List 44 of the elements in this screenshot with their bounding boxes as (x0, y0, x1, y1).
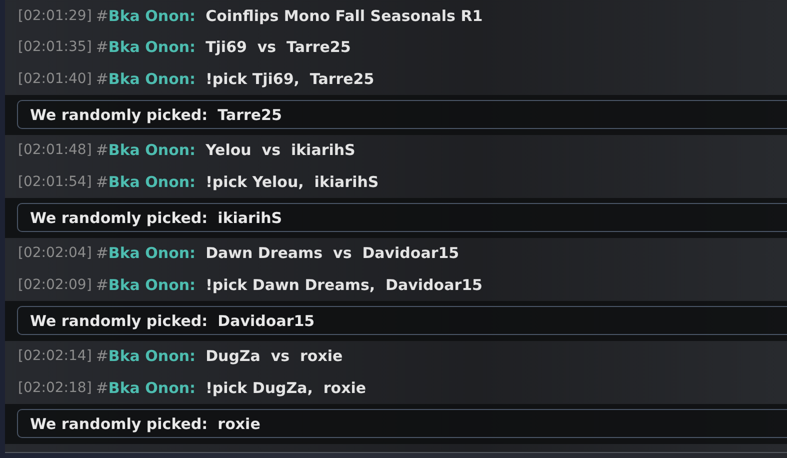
username[interactable]: Bka Onon: (108, 347, 196, 366)
channel-mark: # (96, 38, 108, 56)
username[interactable]: Bka Onon: (108, 276, 196, 294)
timestamp: [02:01:40] (18, 70, 92, 87)
picked-name: roxie (218, 414, 260, 432)
message-text: Coinflips Mono Fall Seasonals R1 (206, 6, 483, 25)
message-text: Tji69 vs Tarre25 (206, 38, 351, 56)
message-text: !pick Yelou, ikiarihS (206, 172, 379, 191)
timestamp: [02:01:48] (18, 142, 92, 158)
picked-name: Tarre25 (218, 106, 282, 124)
channel-mark: # (96, 276, 108, 294)
username[interactable]: Bka Onon: (108, 141, 196, 160)
channel-mark: # (96, 6, 108, 25)
username[interactable]: Bka Onon: (108, 172, 196, 191)
username[interactable]: Bka Onon: (108, 378, 196, 397)
timestamp: [02:02:18] (18, 380, 92, 396)
username[interactable]: Bka Onon: (108, 38, 196, 56)
timestamp: [02:01:29] (18, 8, 92, 24)
username[interactable]: Bka Onon: (108, 70, 196, 88)
channel-mark: # (96, 70, 108, 88)
timestamp: [02:01:54] (18, 174, 92, 190)
channel-mark: # (96, 378, 108, 397)
username[interactable]: Bka Onon: (108, 6, 196, 25)
bot-label: We randomly picked: (30, 208, 208, 226)
timestamp: [02:02:14] (18, 348, 92, 364)
bot-label: We randomly picked: (30, 106, 208, 124)
bot-label: We randomly picked: (30, 414, 208, 432)
message-text: !pick DugZa, roxie (206, 378, 366, 397)
channel-mark: # (96, 244, 108, 262)
timestamp: [02:02:09] (18, 276, 92, 293)
timestamp: [02:02:04] (18, 245, 92, 262)
message-text: !pick Dawn Dreams, Davidoar15 (206, 276, 482, 294)
picked-name: ikiarihS (218, 208, 282, 226)
channel-mark: # (96, 172, 108, 191)
channel-mark: # (96, 141, 108, 160)
username[interactable]: Bka Onon: (108, 244, 196, 262)
picked-name: Davidoar15 (218, 312, 315, 330)
message-text: DugZa vs roxie (206, 347, 343, 366)
message-text: !pick Tji69, Tarre25 (206, 70, 374, 88)
message-text: Yelou vs ikiarihS (206, 141, 356, 160)
channel-mark: # (96, 347, 108, 366)
bot-label: We randomly picked: (30, 312, 208, 330)
message-text: Dawn Dreams vs Davidoar15 (206, 244, 460, 262)
timestamp: [02:01:35] (18, 39, 92, 56)
